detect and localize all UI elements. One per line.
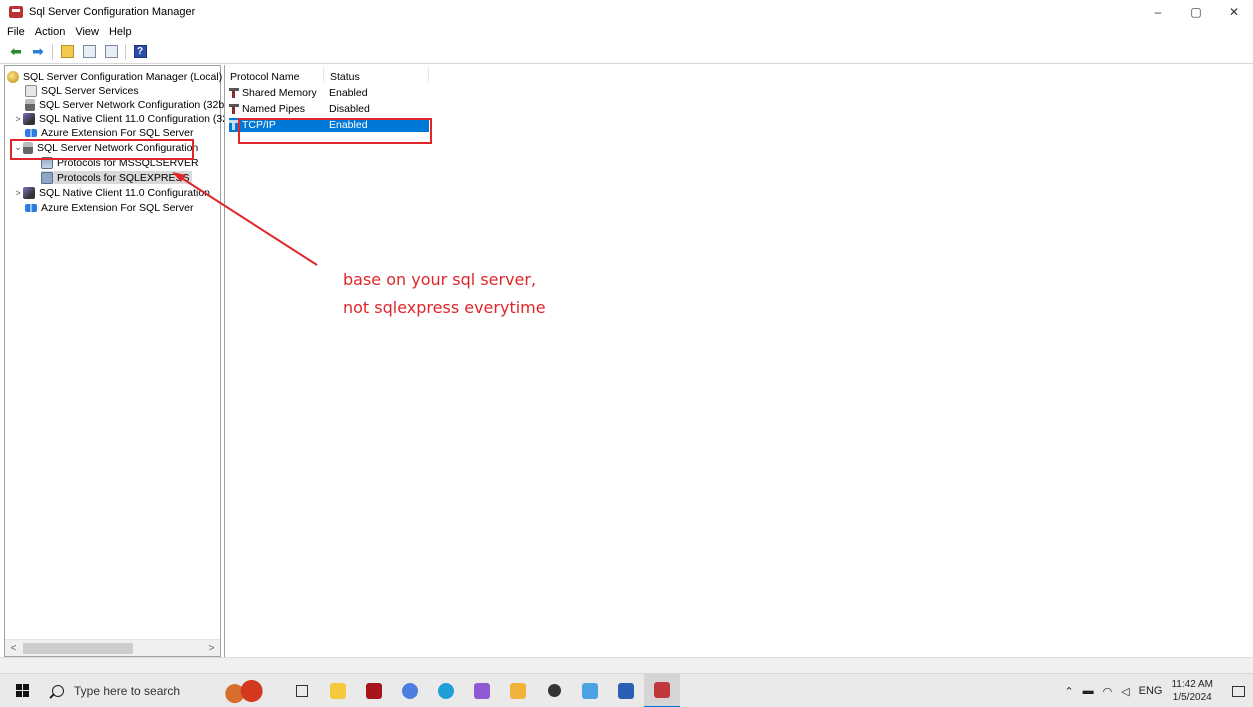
control-panel-button[interactable] <box>572 674 608 707</box>
wifi-icon[interactable]: ◠ <box>1103 685 1113 698</box>
visual-studio-button[interactable] <box>464 674 500 707</box>
control-panel-icon <box>582 682 598 699</box>
volume-icon[interactable]: ◁ <box>1121 685 1129 698</box>
clock-time: 11:42 AM <box>1171 679 1213 690</box>
task-view-button[interactable] <box>284 674 320 707</box>
clock[interactable]: 11:42 AM 1/5/2024 <box>1171 678 1213 704</box>
chrome-button[interactable] <box>392 674 428 707</box>
battery-icon[interactable]: ▬ <box>1083 685 1094 697</box>
system-tray: ⌃ ▬ ◠ ◁ ENG 11:42 AM 1/5/2024 <box>1064 674 1253 707</box>
sql-config-button[interactable] <box>644 673 680 707</box>
annotation-arrow <box>172 172 318 266</box>
taskbar: Type here to search ⌃ ▬ ◠ ◁ ENG 11:42 AM… <box>0 673 1253 707</box>
chevron-up-icon[interactable]: ⌃ <box>1064 685 1073 698</box>
file-explorer-icon <box>330 682 346 699</box>
taskbar-search[interactable]: Type here to search <box>44 674 206 707</box>
task-view-icon <box>296 684 308 697</box>
chrome-icon <box>402 682 418 699</box>
paint-icon <box>510 682 526 699</box>
app-red-button[interactable] <box>356 674 392 707</box>
app-red-icon <box>366 682 382 699</box>
notification-button[interactable] <box>1223 674 1253 707</box>
annotation-text-line1: base on your sql server, <box>343 270 537 289</box>
annotation-text-line2: not sqlexpress everytime <box>343 298 546 317</box>
start-button[interactable] <box>0 674 44 707</box>
search-icon <box>52 684 64 697</box>
edge-button[interactable] <box>428 674 464 707</box>
word-icon <box>618 682 634 699</box>
windows-icon <box>15 684 29 697</box>
settings-icon <box>547 684 561 697</box>
paint-button[interactable] <box>500 674 536 707</box>
sql-config-icon <box>654 681 670 698</box>
search-placeholder: Type here to search <box>74 683 181 698</box>
word-button[interactable] <box>608 674 644 707</box>
settings-button[interactable] <box>536 674 572 707</box>
clock-date: 1/5/2024 <box>1172 692 1212 703</box>
status-bar <box>0 657 1253 673</box>
language-indicator[interactable]: ENG <box>1139 685 1163 697</box>
notification-icon <box>1231 685 1245 697</box>
edge-icon <box>438 682 454 699</box>
file-explorer-button[interactable] <box>320 674 356 707</box>
visual-studio-icon <box>474 682 490 699</box>
search-highlight-bird-icon[interactable] <box>218 677 274 704</box>
